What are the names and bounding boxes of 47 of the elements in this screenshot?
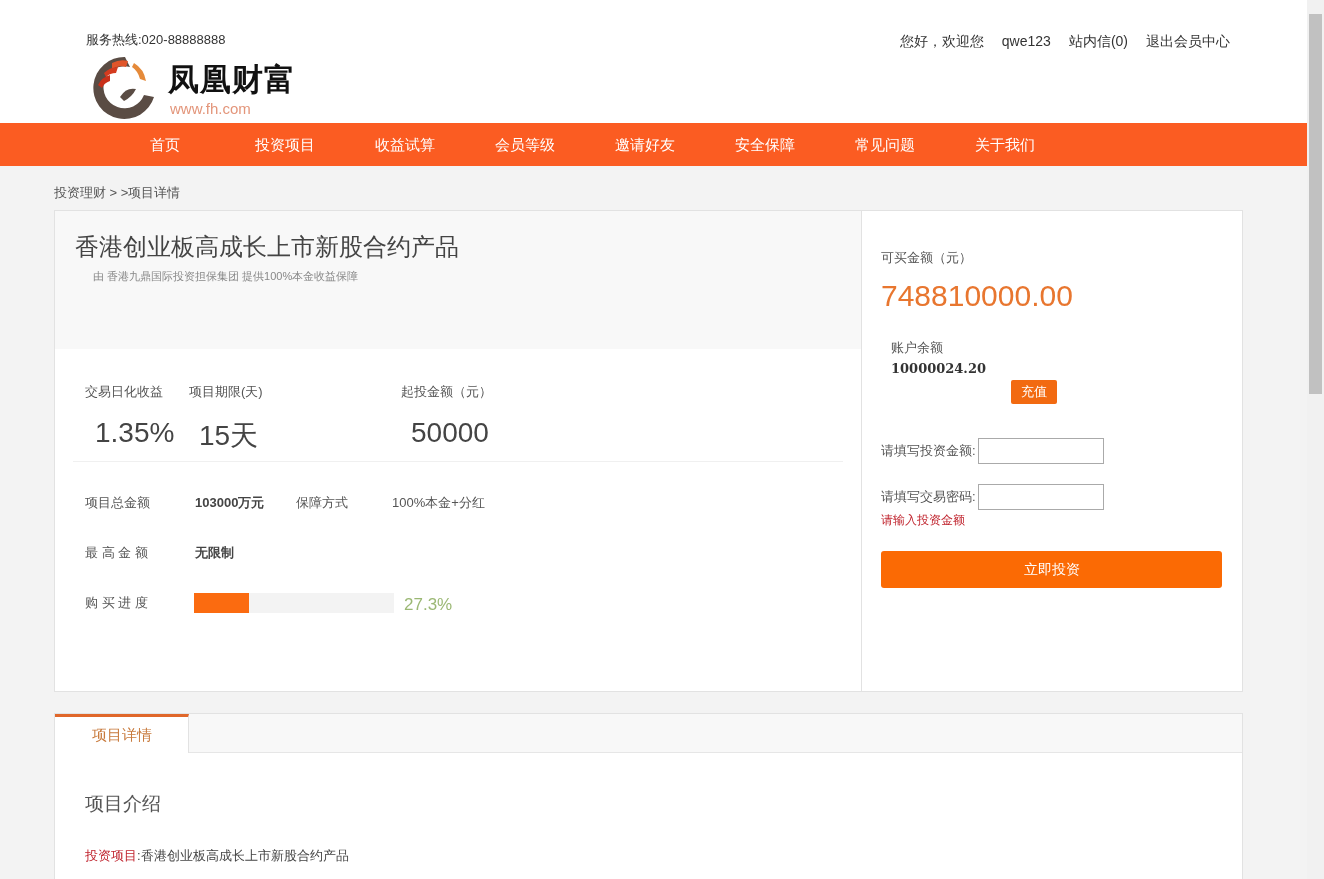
user-link[interactable]: qwe123 [1001, 33, 1051, 51]
scrollbar-thumb[interactable] [1309, 14, 1322, 394]
nav-item[interactable]: 邀请好友 [585, 123, 705, 166]
error-message: 请输入投资金额 [881, 512, 965, 529]
balance-amount: 10000024.20 [891, 361, 986, 376]
available-amount: 748810000.00 [881, 279, 1073, 313]
recharge-button[interactable]: 充值 [1011, 380, 1057, 404]
detail-value: 103000万元 [195, 494, 266, 512]
nav-item[interactable]: 投资项目 [225, 123, 345, 166]
breadcrumb: 投资理财 > >项目详情 [54, 184, 182, 200]
invest-button[interactable]: 立即投资 [881, 551, 1222, 588]
available-label: 可买金额（元） [881, 249, 972, 267]
stat-value: 15天 [199, 419, 260, 453]
input-field[interactable] [977, 484, 1104, 510]
detail-value: 100%本金+分红 [392, 494, 486, 512]
logo-url: www.fh.com [170, 99, 252, 117]
input-field[interactable] [977, 438, 1104, 464]
progress-percent: 27.3% [404, 595, 453, 615]
intro-text: 投资项目:香港创业板高成长上市新股合约产品 [85, 847, 350, 865]
balance-label: 账户余额 [891, 339, 943, 357]
user-link[interactable]: 退出会员中心 [1146, 33, 1230, 51]
tab[interactable]: 项目详情 [55, 714, 189, 753]
section-heading: 项目介绍 [85, 792, 162, 816]
stat-label: 交易日化收益 [85, 383, 164, 401]
progress-label: 购 买 进 度 [85, 594, 149, 612]
nav-item[interactable]: 收益试算 [345, 123, 465, 166]
greeting-text: 您好，欢迎您 [899, 33, 984, 51]
product-title: 香港创业板高成长上市新股合约产品 [75, 232, 460, 262]
stat-label: 起投金额（元） [401, 383, 492, 401]
nav-item[interactable]: 会员等级 [465, 123, 585, 166]
product-subtitle: 由 香港九鼎国际投资担保集团 提供100%本金收益保障 [93, 269, 360, 284]
stat-value: 50000 [411, 417, 490, 449]
nav-item[interactable]: 安全保障 [705, 123, 825, 166]
stat-value: 1.35% [95, 417, 176, 449]
stat-label: 项目期限(天) [189, 383, 264, 401]
field-label: 请填写投资金额: [881, 442, 976, 460]
nav-item[interactable]: 首页 [105, 123, 225, 166]
logo-wordmark[interactable]: 凤凰财富 [168, 59, 296, 100]
detail-label: 最 高 金 额 [85, 544, 149, 562]
detail-label: 项目总金额 [85, 494, 151, 512]
user-link[interactable]: 站内信(0) [1068, 33, 1128, 51]
nav-item[interactable]: 常见问题 [825, 123, 945, 166]
nav-item[interactable]: 关于我们 [945, 123, 1065, 166]
detail-label: 保障方式 [296, 494, 349, 512]
hotline-text: 服务热线:020-88888888 [86, 31, 227, 49]
field-label: 请填写交易密码: [881, 488, 976, 506]
detail-value: 无限制 [195, 544, 235, 562]
